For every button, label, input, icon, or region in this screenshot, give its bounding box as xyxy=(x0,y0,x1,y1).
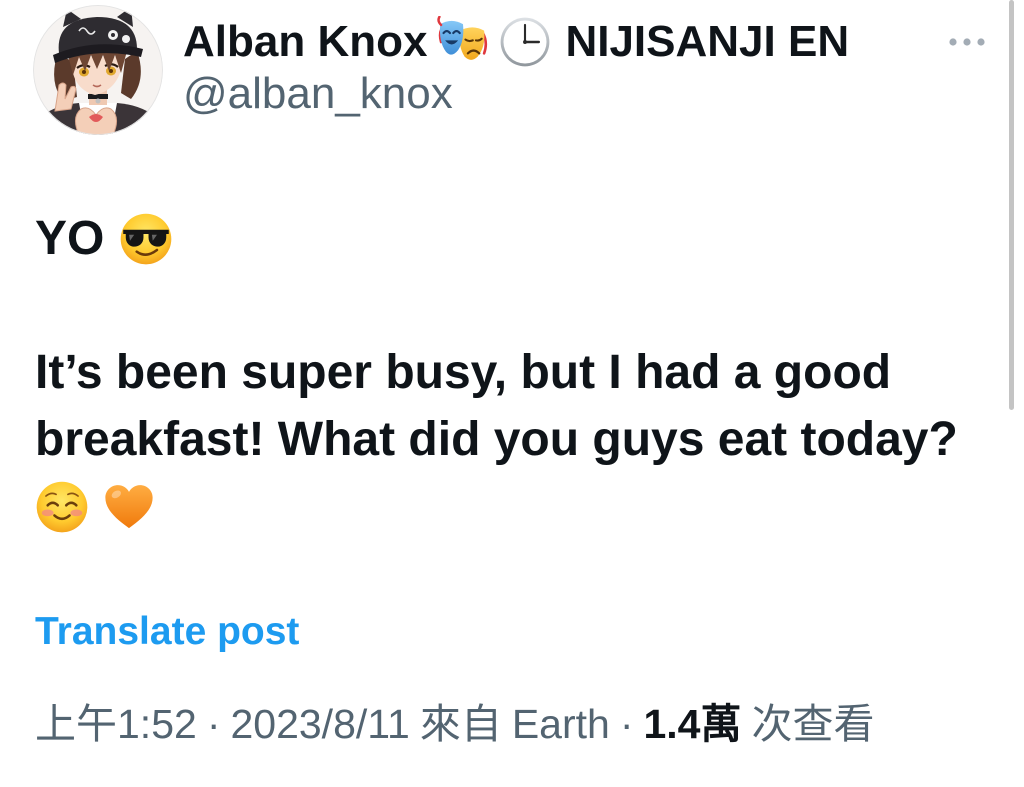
scrollbar[interactable] xyxy=(1009,0,1014,410)
post-text-line: YO xyxy=(35,205,173,272)
three-oclock-emoji-icon xyxy=(501,17,550,67)
view-label: 次查看 xyxy=(751,701,875,747)
post-body-line: breakfast! What did you guys eat today? xyxy=(35,413,958,466)
post-emoji-line xyxy=(35,473,156,540)
post-time[interactable]: 上午1:52 xyxy=(35,696,197,752)
author-affiliation[interactable]: NIJISANJI EN xyxy=(565,12,849,72)
orange-heart-emoji-icon xyxy=(105,484,153,528)
post-text-line: breakfast! What did you guys eat today? xyxy=(35,406,958,473)
author-name-row[interactable]: Alban Knox NIJISANJI EN xyxy=(183,12,849,72)
avatar-image xyxy=(33,5,163,135)
post-text-line: It’s been super busy, but I had a good xyxy=(35,339,891,406)
author-display-name[interactable]: Alban Knox xyxy=(183,12,427,72)
post-meta: 上午1:52 · 2023/8/11 來自 Earth · 1.4萬 次查看 xyxy=(35,696,874,752)
smiling-face-emoji-icon xyxy=(36,481,88,532)
smiling-face-with-sunglasses-emoji-icon xyxy=(121,213,172,264)
post-detail: Alban Knox NIJISANJI EN @alban_knox YO I… xyxy=(0,0,1024,787)
post-source: Earth xyxy=(511,701,610,747)
separator-dot: · xyxy=(619,701,634,747)
performing-arts-emoji-icon xyxy=(437,16,488,60)
view-count[interactable]: 1.4萬 xyxy=(643,696,741,752)
translate-post-link[interactable]: Translate post xyxy=(35,607,299,657)
post-date[interactable]: 2023/8/11 xyxy=(230,696,409,752)
source-prefix: 來自 xyxy=(419,701,502,747)
author-handle[interactable]: @alban_knox xyxy=(183,66,453,122)
more-options-icon[interactable] xyxy=(945,32,989,52)
post-greeting: YO xyxy=(35,212,105,265)
author-avatar[interactable] xyxy=(33,5,163,135)
post-body-line: It’s been super busy, but I had a good xyxy=(35,346,892,399)
separator-dot: · xyxy=(206,701,221,747)
